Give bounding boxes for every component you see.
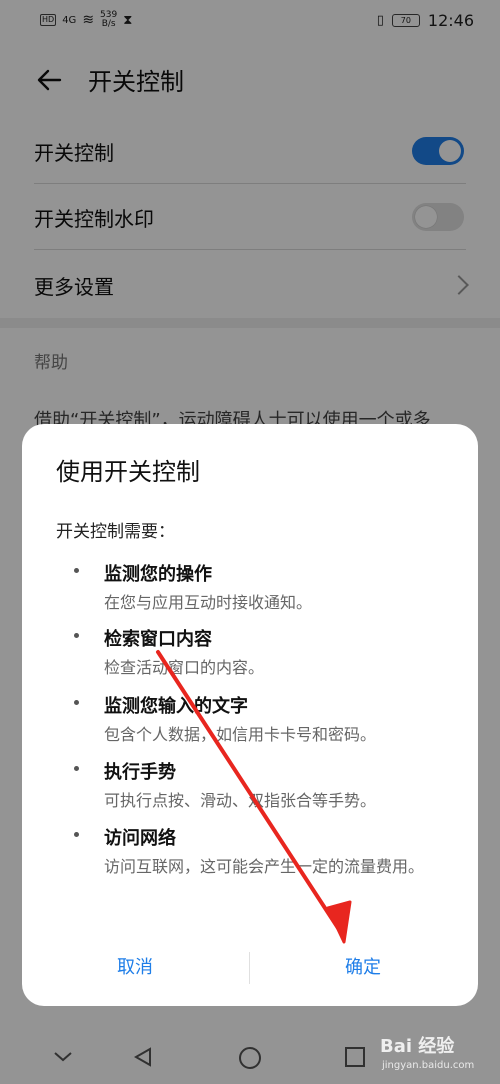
permission-desc: 检查活动窗口的内容。 (104, 658, 265, 677)
bullet (74, 766, 79, 771)
confirm-button[interactable]: 确定 (250, 944, 476, 992)
bullet (74, 633, 79, 638)
bullet (74, 832, 79, 837)
bullet (74, 700, 79, 705)
baidu-watermark-url: jingyan.baidu.com (382, 1060, 475, 1071)
dialog-button-row: 取消 确定 (22, 944, 478, 992)
permission-title: 监测您输入的文字 (104, 696, 248, 717)
bullet (74, 568, 79, 573)
permission-desc: 在您与应用互动时接收通知。 (104, 593, 313, 612)
baidu-watermark: Bai 经验 (380, 1036, 455, 1057)
permission-desc: 可执行点按、滑动、双指张合等手势。 (104, 791, 377, 810)
permission-dialog: 使用开关控制 开关控制需要： 监测您的操作 在您与应用互动时接收通知。 检索窗口… (22, 424, 478, 1006)
cancel-button[interactable]: 取消 (22, 944, 248, 992)
dialog-title: 使用开关控制 (56, 458, 200, 486)
permission-title: 检索窗口内容 (104, 629, 212, 650)
permission-desc: 访问互联网，这可能会产生一定的流量费用。 (104, 857, 425, 876)
permission-title: 执行手势 (104, 762, 176, 783)
permission-title: 访问网络 (104, 828, 176, 849)
permission-desc: 包含个人数据，如信用卡卡号和密码。 (104, 725, 377, 744)
permission-title: 监测您的操作 (104, 564, 212, 585)
dialog-subtitle: 开关控制需要： (56, 522, 175, 542)
